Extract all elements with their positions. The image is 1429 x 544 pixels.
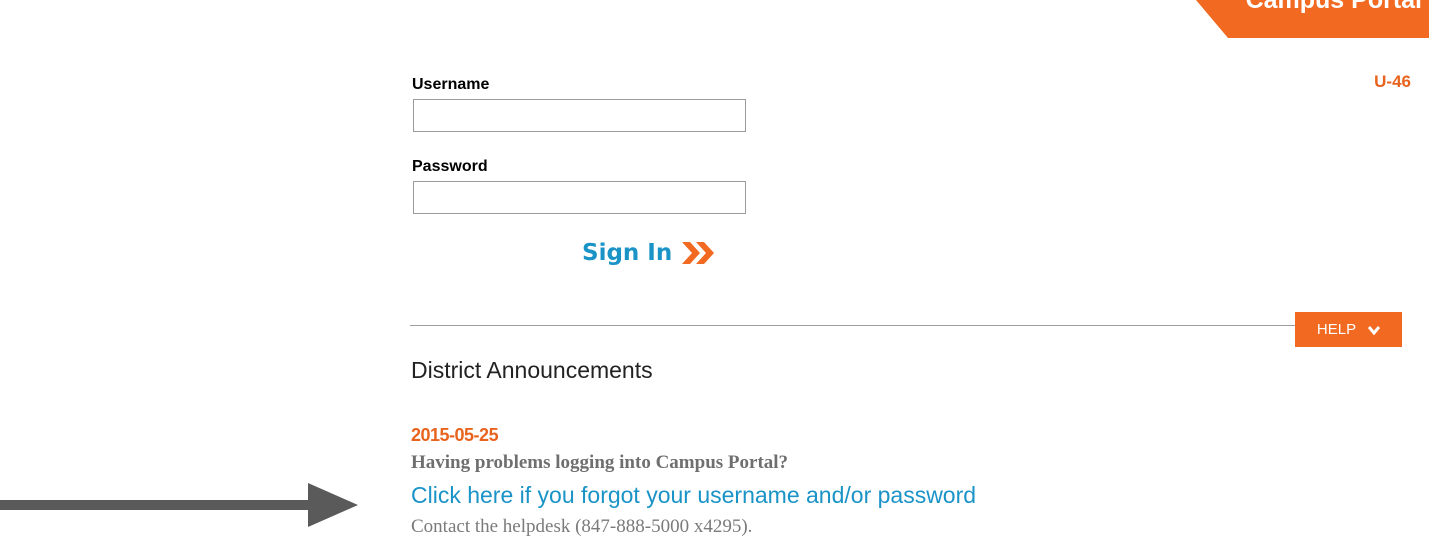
forgot-credentials-link[interactable]: Click here if you forgot your username a… <box>411 482 976 509</box>
sign-in-label: Sign In <box>582 240 673 266</box>
portal-tab-label: Campus Portal <box>1245 0 1422 14</box>
help-label: HELP <box>1316 321 1357 338</box>
section-divider <box>410 325 1296 326</box>
chevron-down-icon <box>1368 325 1381 335</box>
password-input[interactable] <box>413 181 746 214</box>
campus-portal-tab[interactable]: Campus Portal <box>1196 0 1429 38</box>
username-input[interactable] <box>413 99 746 132</box>
double-chevron-right-icon <box>682 242 715 264</box>
helpdesk-contact-text: Contact the helpdesk (847-888-5000 x4295… <box>411 516 753 537</box>
app-id-label: U-46 <box>1374 72 1411 91</box>
announcements-heading: District Announcements <box>411 357 653 383</box>
arrow-right-icon <box>0 483 358 527</box>
announcement-date: 2015-05-25 <box>411 425 499 445</box>
password-label: Password <box>412 158 488 175</box>
login-page: Campus Portal U-46 Username Password Sig… <box>0 0 1429 544</box>
announcement-title: Having problems logging into Campus Port… <box>411 452 789 473</box>
help-button[interactable]: HELP <box>1295 312 1402 347</box>
sign-in-button[interactable]: Sign In <box>582 240 718 266</box>
username-label: Username <box>412 76 490 93</box>
